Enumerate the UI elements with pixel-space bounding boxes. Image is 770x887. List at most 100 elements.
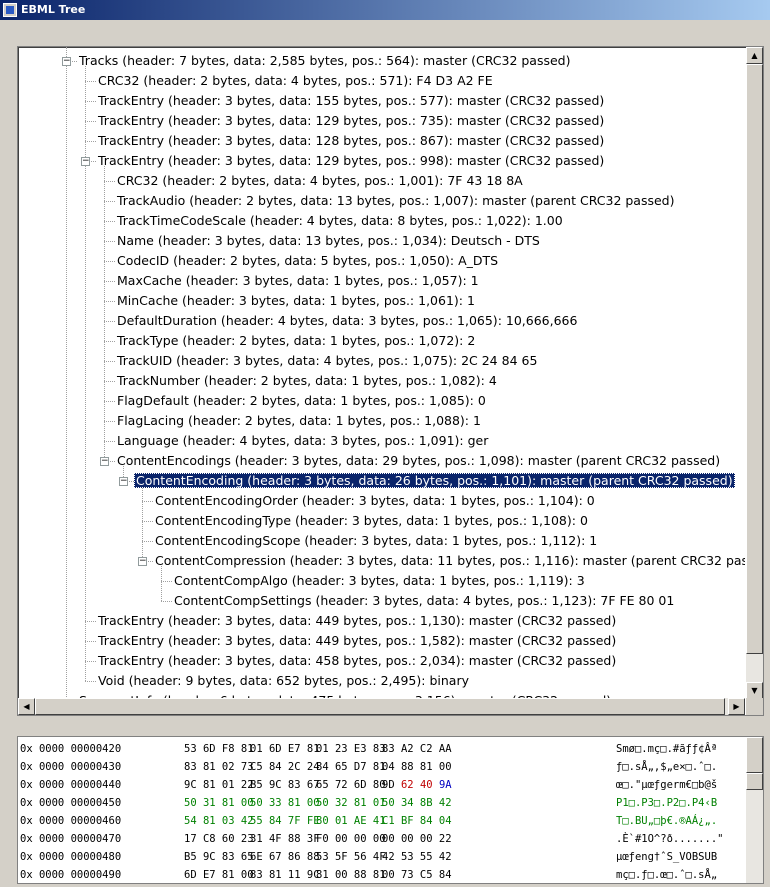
collapse-toggle-icon[interactable]: − [81, 157, 90, 166]
tree-node-label: MaxCache (header: 3 bytes, data: 1 bytes… [117, 273, 479, 288]
tree-node[interactable]: Tracks (header: 7 bytes, data: 2,585 byt… [77, 51, 573, 71]
tree-connector-line [161, 581, 172, 582]
tree-node-selected[interactable]: ContentEncoding (header: 3 bytes, data: … [134, 471, 735, 491]
hex-byte-group: 00 00 00 22 [382, 833, 452, 845]
tree-node-label: TrackType (header: 2 bytes, data: 1 byte… [117, 333, 476, 348]
tree-node-label: TrackEntry (header: 3 bytes, data: 458 b… [98, 653, 617, 668]
tree-connector-line [104, 241, 115, 242]
tree-connector-line [142, 541, 153, 542]
tree-node[interactable]: ContentCompression (header: 3 bytes, dat… [153, 551, 745, 571]
tree-node-label: FlagLacing (header: 2 bytes, data: 1 byt… [117, 413, 481, 428]
hex-byte-group: B5 9C 83 67 [250, 779, 320, 791]
tree-connector-line [104, 401, 115, 402]
scroll-down-arrow-icon[interactable]: ▼ [746, 682, 763, 699]
tree-node-label: Tracks (header: 7 bytes, data: 2,585 byt… [79, 53, 571, 68]
tree-node[interactable]: TrackEntry (header: 3 bytes, data: 128 b… [96, 131, 606, 151]
tree-vscroll-thumb[interactable] [746, 64, 763, 654]
tree-node-label: TrackEntry (header: 3 bytes, data: 129 b… [98, 113, 605, 128]
tree-node-label: Name (header: 3 bytes, data: 13 bytes, p… [117, 233, 540, 248]
hex-byte-group: 17 C8 60 23 [184, 833, 254, 845]
tree-node[interactable]: Void (header: 9 bytes, data: 652 bytes, … [96, 671, 471, 691]
hex-row[interactable]: 0x 0000 00000450 50 31 81 00 50 33 81 00 50… [18, 794, 746, 812]
hex-byte-group: 83 81 11 9C [250, 869, 320, 881]
hex-ascii: ƒ□.sÅ„,$„e×□.ˆ□. [616, 761, 718, 773]
tree-node-label: TrackEntry (header: 3 bytes, data: 449 b… [98, 613, 617, 628]
tree-connector-line [104, 341, 115, 342]
hex-row[interactable]: 0x 0000 00000440 9C 81 01 22 B5 9C 83 67 65… [18, 776, 746, 794]
hex-byte-group: 31 4F 88 3F [250, 833, 320, 845]
tree-node[interactable]: ContentEncodingOrder (header: 3 bytes, d… [153, 491, 597, 511]
hex-row[interactable]: 0x 0000 00000430 83 81 02 73 C5 84 2C 24 84… [18, 758, 746, 776]
tree-node[interactable]: ContentEncodingScope (header: 3 bytes, d… [153, 531, 599, 551]
hex-vscroll-thumb[interactable] [746, 737, 763, 773]
hex-row[interactable]: 0x 0000 00000420 53 6D F8 81 01 6D E7 81 01… [18, 740, 746, 758]
tree-node[interactable]: ContentEncodingType (header: 3 bytes, da… [153, 511, 590, 531]
hex-row[interactable]: 0x 0000 00000460 54 81 03 42 55 84 7F FE 80… [18, 812, 746, 830]
tree-node[interactable]: TrackType (header: 2 bytes, data: 1 byte… [115, 331, 477, 351]
hex-ascii: µœƒeng†ˆS_VOBSUB [616, 851, 718, 863]
tree-node[interactable]: TrackUID (header: 3 bytes, data: 4 bytes… [115, 351, 539, 371]
scroll-up-arrow-icon[interactable]: ▲ [746, 47, 763, 64]
tree-node[interactable]: TrackEntry (header: 3 bytes, data: 129 b… [96, 151, 606, 171]
hex-byte-group: C5 84 2C 24 [250, 761, 320, 773]
hex-byte-group: 6E 67 86 88 [250, 851, 320, 863]
tree-connector-line [85, 661, 96, 662]
ebml-tree-view[interactable]: Tracks (header: 7 bytes, data: 2,585 byt… [17, 46, 764, 716]
hex-byte-group: 04 88 81 00 [382, 761, 452, 773]
tree-vertical-scrollbar[interactable]: ▲ ▼ [746, 47, 763, 699]
hex-offset: 0x 0000 00000450 [20, 797, 122, 809]
pane-splitter[interactable] [4, 726, 766, 732]
tree-node[interactable]: CodecID (header: 2 bytes, data: 5 bytes,… [115, 251, 500, 271]
hex-view[interactable]: 0x 0000 00000420 53 6D F8 81 01 6D E7 81 01… [17, 736, 764, 884]
collapse-toggle-icon[interactable]: − [138, 557, 147, 566]
tree-node[interactable]: ContentCompSettings (header: 3 bytes, da… [172, 591, 676, 611]
collapse-toggle-icon[interactable]: − [62, 57, 71, 66]
tree-node[interactable]: MaxCache (header: 3 bytes, data: 1 bytes… [115, 271, 481, 291]
tree-node-label: ContentEncodingScope (header: 3 bytes, d… [155, 533, 598, 548]
tree-node[interactable]: CRC32 (header: 2 bytes, data: 4 bytes, p… [115, 171, 525, 191]
hex-byte-group: 50 32 81 01 [316, 797, 386, 809]
hex-row[interactable]: 0x 0000 00000480 B5 9C 83 65 6E 67 86 88 53… [18, 848, 746, 866]
tree-node-label: CRC32 (header: 2 bytes, data: 4 bytes, p… [98, 73, 493, 88]
tree-node[interactable]: ContentEncodings (header: 3 bytes, data:… [115, 451, 722, 471]
tree-node[interactable]: MinCache (header: 3 bytes, data: 1 bytes… [115, 291, 477, 311]
hex-ascii: œ□."µœƒgerm€□b@š [616, 779, 718, 791]
hex-byte-group: 00 73 C5 84 [382, 869, 452, 881]
scroll-right-arrow-icon[interactable]: ▶ [728, 698, 745, 715]
tree-node[interactable]: TrackEntry (header: 3 bytes, data: 155 b… [96, 91, 606, 111]
tree-node[interactable]: Name (header: 3 bytes, data: 13 bytes, p… [115, 231, 542, 251]
hex-byte-group: 65 72 6D 80 [316, 779, 386, 791]
tree-node[interactable]: TrackNumber (header: 2 bytes, data: 1 by… [115, 371, 499, 391]
hex-byte-group: 54 81 03 42 [184, 815, 254, 827]
hex-row[interactable]: 0x 0000 00000490 6D E7 81 00 83 81 11 9C 81… [18, 866, 746, 883]
tree-connector-line [104, 261, 115, 262]
tree-node[interactable]: FlagLacing (header: 2 bytes, data: 1 byt… [115, 411, 483, 431]
tree-connector-line [104, 221, 115, 222]
tree-node[interactable]: ContentCompAlgo (header: 3 bytes, data: … [172, 571, 587, 591]
tree-node[interactable]: TrackAudio (header: 2 bytes, data: 13 by… [115, 191, 677, 211]
scroll-left-arrow-icon[interactable]: ◀ [18, 698, 35, 715]
tree-node[interactable]: TrackEntry (header: 3 bytes, data: 449 b… [96, 631, 618, 651]
tree-hscroll-thumb[interactable] [35, 698, 725, 715]
hex-row[interactable]: 0x 0000 00000470 17 C8 60 23 31 4F 88 3F F0… [18, 830, 746, 848]
tree-node[interactable]: TrackTimeCodeScale (header: 4 bytes, dat… [115, 211, 565, 231]
tree-node[interactable]: TrackEntry (header: 3 bytes, data: 449 b… [96, 611, 618, 631]
tree-node[interactable]: TrackEntry (header: 3 bytes, data: 458 b… [96, 651, 618, 671]
tree-node[interactable]: Language (header: 4 bytes, data: 3 bytes… [115, 431, 490, 451]
collapse-toggle-icon[interactable]: − [100, 457, 109, 466]
hex-scroll-button[interactable] [746, 773, 763, 790]
tree-node[interactable]: FlagDefault (header: 2 bytes, data: 1 by… [115, 391, 488, 411]
tree-node-label: FlagDefault (header: 2 bytes, data: 1 by… [117, 393, 486, 408]
title-bar: EBML Tree [0, 0, 770, 20]
collapse-toggle-icon[interactable]: − [119, 477, 128, 486]
tree-node[interactable]: TrackEntry (header: 3 bytes, data: 129 b… [96, 111, 606, 131]
tree-horizontal-scrollbar[interactable]: ◀ ▶ [18, 698, 745, 715]
tree-node[interactable]: DefaultDuration (header: 4 bytes, data: … [115, 311, 579, 331]
hex-byte-group: 50 34 8B 42 [382, 797, 452, 809]
tree-connector-line [142, 486, 143, 561]
tree-node-label: MinCache (header: 3 bytes, data: 1 bytes… [117, 293, 475, 308]
tree-node-label: ContentEncodingOrder (header: 3 bytes, d… [155, 493, 595, 508]
tree-node[interactable]: CRC32 (header: 2 bytes, data: 4 bytes, p… [96, 71, 495, 91]
hex-vertical-scrollbar[interactable] [746, 737, 763, 883]
hex-offset: 0x 0000 00000460 [20, 815, 122, 827]
